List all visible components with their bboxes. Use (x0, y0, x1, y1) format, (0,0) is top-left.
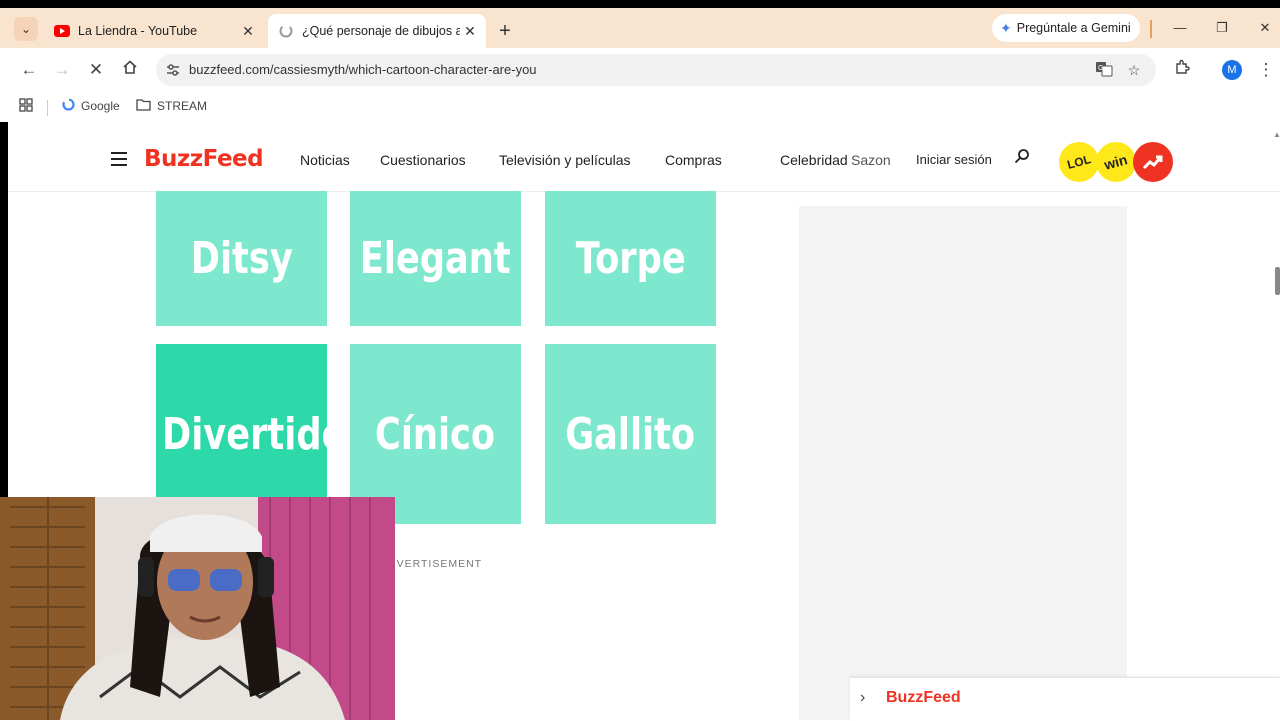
nav-cuestionarios[interactable]: Cuestionarios (380, 152, 466, 168)
buzzfeed-logo[interactable]: BuzzFeed (144, 146, 264, 172)
minimize-icon[interactable]: — (1165, 16, 1195, 40)
gemini-sparkle-icon: ✦ (1000, 19, 1012, 36)
tab-search-dropdown[interactable]: ⌄ (14, 17, 38, 41)
quiz-option-torpe[interactable]: Torpe (545, 191, 716, 326)
badge-label: win (1102, 151, 1130, 173)
sidebar-ad-placeholder (799, 206, 1127, 720)
svg-text:G: G (1098, 65, 1103, 72)
gemini-label: Pregúntale a Gemini (1016, 21, 1131, 35)
nav-sazon[interactable]: Sazon (851, 152, 893, 168)
buzzfeed-header: BuzzFeed Noticias Cuestionarios Televisi… (8, 128, 1280, 192)
quiz-option-gallito[interactable]: Gallito (545, 344, 716, 524)
bookmark-label: STREAM (157, 99, 208, 113)
lol-badge[interactable]: LOL (1059, 142, 1099, 182)
bookmark-star-icon[interactable]: ☆ (1124, 60, 1144, 80)
back-icon[interactable]: ← (17, 58, 41, 82)
option-label: Torpe (575, 233, 686, 284)
trending-badge[interactable] (1133, 142, 1173, 182)
gemini-button[interactable]: ✦ Pregúntale a Gemini (992, 14, 1140, 42)
signin-link[interactable]: Iniciar sesión (916, 152, 992, 167)
forward-icon[interactable]: → (50, 58, 74, 82)
bookmark-google[interactable]: Google (62, 98, 120, 114)
tabbar-separator (1150, 20, 1152, 38)
badge-label: LOL (1065, 152, 1093, 172)
tab-title: ¿Qué personaje de dibujos animados eres? (302, 24, 460, 38)
option-label: Cínico (375, 408, 496, 460)
google-icon (62, 98, 75, 114)
scrollbar-thumb[interactable] (1275, 267, 1280, 295)
bottom-bar-logo: BuzzFeed (886, 689, 961, 706)
nav-noticias[interactable]: Noticias (300, 152, 350, 168)
quiz-option-ditsy[interactable]: Ditsy (156, 191, 327, 326)
translate-icon[interactable]: G (1094, 60, 1114, 80)
option-label: Elegant (360, 233, 511, 284)
stop-loading-icon[interactable]: ✕ (84, 58, 108, 82)
advertisement-label: ADVERTISEMENT (380, 558, 483, 570)
browser-toolbar: ← → ✕ buzzfeed.com/cassiesmyth/which-car… (0, 48, 1280, 92)
option-label: Ditsy (190, 233, 293, 284)
bookmark-stream[interactable]: STREAM (136, 98, 207, 114)
tab-title: La Liendra - YouTube (78, 24, 198, 38)
option-label: Divertido (162, 408, 327, 460)
nav-television-peliculas[interactable]: Televisión y películas (499, 152, 631, 168)
tab-youtube[interactable]: La Liendra - YouTube ✕ (44, 14, 264, 48)
restore-icon[interactable]: ❐ (1207, 16, 1237, 40)
profile-avatar[interactable]: M (1222, 60, 1242, 80)
search-icon[interactable] (1014, 148, 1030, 169)
menu-kebab-icon[interactable]: ⋮ (1254, 58, 1278, 82)
scroll-up-arrow-icon[interactable]: ▲ (1273, 130, 1280, 139)
win-badge[interactable]: win (1096, 142, 1136, 182)
home-icon[interactable] (118, 58, 142, 82)
loading-icon (278, 23, 294, 39)
chevron-right-icon[interactable]: › (860, 689, 865, 707)
trending-icon (1142, 155, 1163, 170)
nav-celebridad[interactable]: Celebridad (780, 152, 848, 168)
bookmarks-separator (47, 100, 48, 116)
new-tab-button[interactable]: + (494, 20, 516, 42)
youtube-icon (54, 23, 70, 39)
close-tab-icon[interactable]: ✕ (238, 23, 258, 40)
extensions-icon[interactable] (1170, 58, 1194, 82)
address-bar[interactable]: buzzfeed.com/cassiesmyth/which-cartoon-c… (156, 54, 1156, 86)
url-text: buzzfeed.com/cassiesmyth/which-cartoon-c… (189, 62, 537, 77)
hamburger-menu-icon[interactable] (111, 152, 127, 170)
browser-tab-strip: ⌄ La Liendra - YouTube ✕ ¿Qué personaje … (0, 8, 1280, 48)
apps-grid-icon[interactable] (19, 98, 33, 112)
bookmark-label: Google (81, 99, 120, 113)
folder-icon (136, 98, 151, 114)
left-screen-edge (0, 122, 8, 498)
option-label: Gallito (565, 408, 696, 460)
bookmarks-bar: Google STREAM (0, 92, 1280, 122)
nav-compras[interactable]: Compras (665, 152, 722, 168)
site-settings-icon[interactable] (164, 61, 182, 79)
bottom-buzzfeed-bar[interactable]: › BuzzFeed (850, 677, 1280, 721)
close-tab-icon[interactable]: ✕ (460, 23, 480, 40)
screen-top-edge (0, 0, 1280, 8)
webcam-overlay (0, 497, 395, 720)
tab-buzzfeed-active[interactable]: ¿Qué personaje de dibujos animados eres?… (268, 14, 486, 48)
close-window-icon[interactable]: ✕ (1250, 16, 1280, 40)
quiz-option-elegant[interactable]: Elegant (350, 191, 521, 326)
